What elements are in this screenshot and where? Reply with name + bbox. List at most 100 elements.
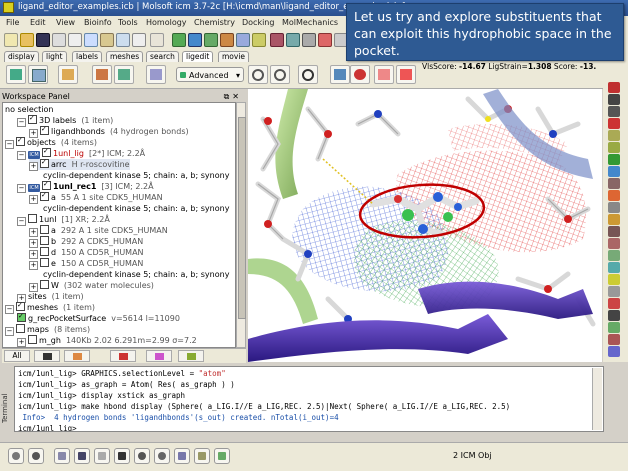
print-icon[interactable] — [52, 33, 66, 47]
clip-icon[interactable] — [608, 262, 620, 273]
cartoon-icon[interactable] — [608, 346, 620, 357]
tree-row[interactable]: +arrcH r-roscovitine — [29, 157, 130, 171]
copy-icon[interactable] — [84, 33, 98, 47]
workspace-scrollbar[interactable] — [236, 102, 246, 348]
tree-row[interactable]: cyclin-dependent kinase 5; chain: a, b; … — [43, 269, 229, 280]
tree-row[interactable]: +a55 A 1 site CDK5_HUMAN — [29, 190, 163, 204]
menu-view[interactable]: View — [56, 18, 75, 27]
wire-icon[interactable] — [608, 154, 620, 165]
edit-ligand-button[interactable] — [58, 65, 78, 84]
panel-tab-html[interactable] — [178, 350, 204, 362]
sphere-select-icon[interactable] — [236, 33, 250, 47]
clip-icon[interactable] — [286, 33, 300, 47]
stereo-button[interactable] — [74, 448, 90, 464]
tree-row[interactable]: −1unl [1] XR; 2.2Å — [17, 214, 110, 226]
measure-icon[interactable] — [270, 33, 284, 47]
tree-row[interactable]: cyclin-dependent kinase 5; chain: a, b; … — [43, 170, 229, 181]
ligand-editor-button[interactable] — [6, 65, 26, 84]
record-button[interactable] — [298, 65, 318, 84]
molecular-viewer[interactable] — [248, 89, 602, 362]
stop-button[interactable] — [8, 448, 24, 464]
chart-button[interactable] — [374, 65, 394, 84]
advanced-dropdown[interactable]: Advanced — [176, 67, 244, 83]
menu-edit[interactable]: Edit — [30, 18, 46, 27]
skin-icon[interactable] — [608, 166, 620, 177]
undo-button[interactable] — [248, 65, 268, 84]
tree-row[interactable]: g_recPocketSurface v=5614 l=11090 — [17, 311, 180, 324]
color-icon[interactable] — [318, 33, 332, 47]
tab-light[interactable]: light — [42, 51, 67, 62]
panel-tab-all[interactable]: All — [4, 350, 30, 362]
select-atom-icon[interactable] — [188, 33, 202, 47]
fullscreen-button[interactable] — [94, 448, 110, 464]
minimize-button[interactable] — [92, 65, 112, 84]
undo-icon[interactable] — [116, 33, 130, 47]
torsion-icon[interactable] — [608, 250, 620, 261]
open-folder-icon[interactable] — [20, 33, 34, 47]
menu-homology[interactable]: Homology — [146, 18, 187, 27]
panel-tab-tables[interactable] — [146, 350, 172, 362]
panel-tab-chemistry[interactable] — [64, 350, 90, 362]
view-reset-button[interactable] — [214, 448, 230, 464]
panel-tab-alignments[interactable] — [110, 350, 136, 362]
tab-meshes[interactable]: meshes — [106, 51, 144, 62]
surface-icon[interactable] — [608, 178, 620, 189]
record-status-button[interactable] — [28, 448, 44, 464]
plot-button[interactable] — [396, 65, 416, 84]
panel-tab-molecules[interactable] — [34, 350, 60, 362]
stick-icon[interactable] — [608, 310, 620, 321]
tree-row[interactable]: + b 292 A CDK5_HUMAN — [29, 236, 143, 248]
tree-row[interactable]: −3D labels(1 item) — [17, 113, 113, 127]
tree-row[interactable]: + sites (1 item) — [17, 291, 84, 303]
ball-icon[interactable] — [608, 298, 620, 309]
tree-row[interactable]: + W (302 water molecules) — [29, 280, 154, 292]
scrollbar-thumb[interactable] — [238, 117, 246, 319]
tree-row[interactable]: − maps (8 items) — [5, 324, 90, 336]
dock-button[interactable] — [146, 65, 166, 84]
ribbon-icon[interactable] — [608, 130, 620, 141]
tab-movie[interactable]: movie — [218, 51, 250, 62]
find-icon[interactable] — [132, 33, 146, 47]
mail-button[interactable] — [28, 65, 48, 84]
tab-labels[interactable]: labels — [72, 51, 103, 62]
tab-search[interactable]: search — [146, 51, 179, 62]
cut-icon[interactable] — [68, 33, 82, 47]
perspective-button[interactable] — [174, 448, 190, 464]
workspace-tree[interactable]: no selection−3D labels(1 item)+ligandhbo… — [2, 102, 236, 348]
select-object-icon[interactable] — [220, 33, 234, 47]
fog-icon[interactable] — [608, 286, 620, 297]
select-icon[interactable] — [608, 118, 620, 129]
neighbor-icon[interactable] — [252, 33, 266, 47]
menu-chemistry[interactable]: Chemistry — [194, 18, 235, 27]
tag-icon[interactable] — [608, 322, 620, 333]
color-dropdown-button[interactable] — [350, 65, 370, 84]
tree-row[interactable]: −ICM1unl_lig[2*] ICM; 2.2Å — [17, 146, 145, 160]
distance-icon[interactable] — [608, 226, 620, 237]
score-button[interactable] — [114, 65, 134, 84]
cpk-icon[interactable] — [608, 142, 620, 153]
tree-row[interactable]: −ICM1unl_rec1[3] ICM; 2.2Å — [17, 179, 154, 193]
tree-row[interactable]: + a 292 A 1 site CDK5_HUMAN — [29, 225, 168, 237]
select-chain-icon[interactable] — [204, 33, 218, 47]
zoom-icon[interactable] — [608, 106, 620, 117]
tree-row[interactable]: + m_gh 140Kb 2.02 6.291m=2.99 σ=7.2 — [17, 335, 197, 347]
menu-docking[interactable]: Docking — [242, 18, 274, 27]
grid-button[interactable] — [54, 448, 70, 464]
rotate-icon[interactable] — [608, 94, 620, 105]
color-icon[interactable] — [608, 190, 620, 201]
angle-icon[interactable] — [608, 238, 620, 249]
menu-bioinfo[interactable]: Bioinfo — [84, 18, 112, 27]
new-file-icon[interactable] — [4, 33, 18, 47]
help-icon[interactable] — [150, 33, 164, 47]
tree-row[interactable]: +ligandhbonds(4 hydrogen bonds) — [29, 124, 189, 138]
arrow-icon[interactable] — [608, 82, 620, 93]
menu-file[interactable]: File — [6, 18, 19, 27]
panel-close-icon[interactable]: ⧉✕ — [224, 91, 242, 102]
label-icon[interactable] — [608, 202, 620, 213]
save-icon[interactable] — [36, 33, 50, 47]
view-button[interactable] — [330, 65, 350, 84]
tab-ligedit[interactable]: ligedit — [182, 51, 214, 62]
center-icon[interactable] — [302, 33, 316, 47]
select-residue-icon[interactable] — [172, 33, 186, 47]
redo-button[interactable] — [270, 65, 290, 84]
